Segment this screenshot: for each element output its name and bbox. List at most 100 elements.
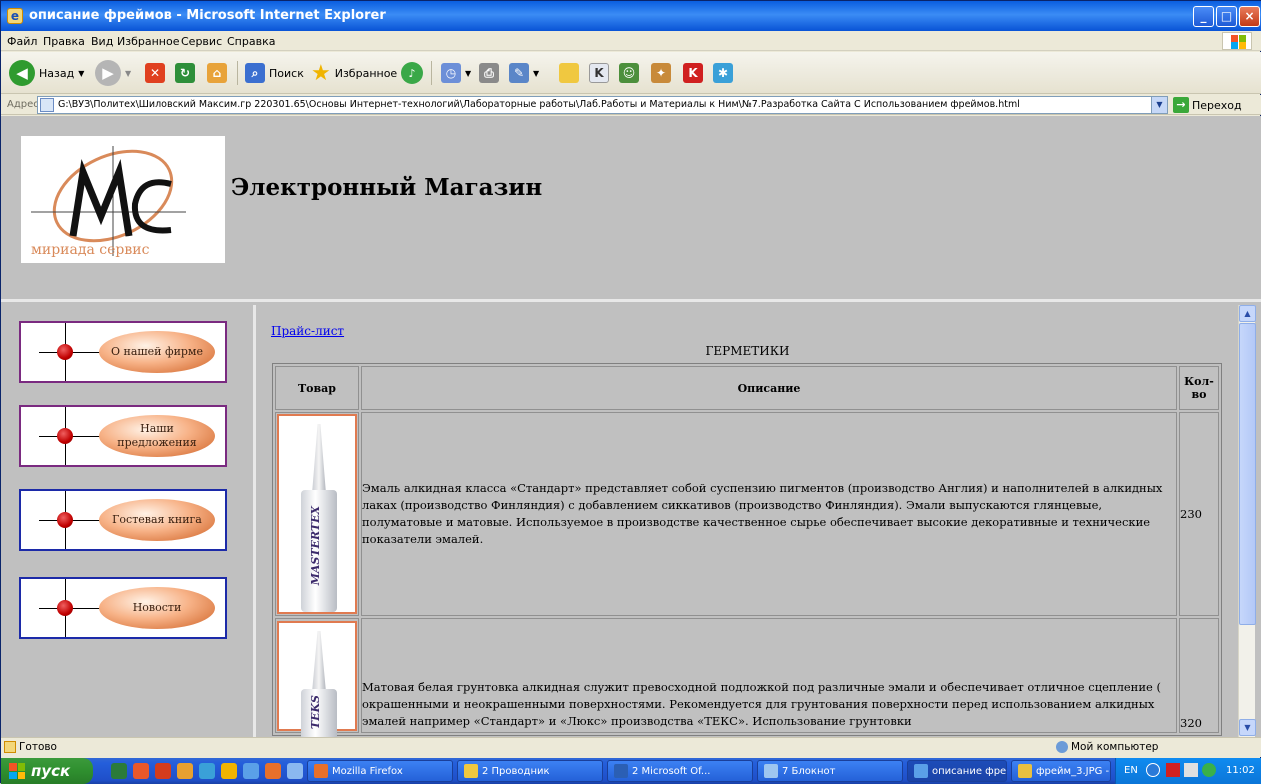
k-button[interactable]: K [589,59,609,87]
history-button[interactable]: ◷ ▼ [441,59,471,87]
quicklaunch-media-icon[interactable] [265,763,281,779]
forward-dropdown-icon[interactable]: ▼ [125,69,131,78]
search-button[interactable]: ⌕ Поиск [245,59,304,87]
task-image-viewer[interactable]: фрейм_3.JPG - ... [1011,760,1111,782]
nav-guestbook-label: Гостевая книга [99,499,215,541]
site-logo[interactable]: мириада сервис [21,136,225,263]
scroll-down-icon[interactable]: ▼ [1239,719,1256,736]
tool-button[interactable]: ✦ [651,59,671,87]
language-indicator[interactable]: EN [1124,765,1138,776]
quicklaunch-opera-icon[interactable] [133,763,149,779]
back-arrow-icon: ◀ [9,60,35,86]
go-arrow-icon: → [1173,97,1189,113]
task-ie-active[interactable]: описание фрей... [907,760,1007,782]
go-label: Переход [1192,98,1242,112]
quicklaunch-office-icon[interactable] [155,763,171,779]
antivirus-icon: K [683,63,703,83]
nav-guestbook-button[interactable]: Гостевая книга [19,489,227,551]
nav-dot-icon [57,428,73,444]
minimize-button[interactable]: _ [1193,6,1214,27]
taskbar: пуск Mozilla Firefox 2 Проводник 2 Micro… [1,758,1261,784]
star-icon: ★ [311,60,331,86]
table-row: TEKS Матовая белая грунтовка алкидная сл… [275,618,1219,737]
favorites-label: Избранное [334,66,398,80]
title-bar: e описание фреймов - Microsoft Internet … [1,1,1261,31]
windows-logo-icon [1222,32,1252,50]
folder-button[interactable] [559,59,579,87]
nav-about-button[interactable]: О нашей фирме [19,321,227,383]
quicklaunch-ie-icon[interactable] [243,763,259,779]
menu-bar: Файл Правка Вид Избранное Сервис Справка [1,31,1261,51]
site-title: Электронный Магазин [231,174,543,201]
product-image[interactable]: MASTERTEX [277,414,357,614]
edit-button[interactable]: ✎ ▼ [509,59,539,87]
image-viewer-icon [1018,764,1032,778]
stop-button[interactable]: ✕ [145,59,165,87]
history-dropdown-icon[interactable]: ▼ [465,69,471,78]
task-word[interactable]: 2 Microsoft Of... [607,760,753,782]
quicklaunch-folder-icon[interactable] [221,763,237,779]
task-explorer[interactable]: 2 Проводник [457,760,603,782]
home-icon: ⌂ [207,63,227,83]
price-list-link[interactable]: Прайс-лист [271,324,344,338]
back-dropdown-icon[interactable]: ▼ [78,69,84,78]
task-firefox[interactable]: Mozilla Firefox [307,760,453,782]
tool-icon: ✦ [651,63,671,83]
contacts-icon: ✱ [713,63,733,83]
menu-help[interactable]: Справка [227,35,275,48]
media-button[interactable]: ♪ [401,59,423,87]
product-image[interactable]: TEKS [277,620,357,737]
menu-tools[interactable]: Сервис [181,35,222,48]
folder-icon [559,63,579,83]
notepad-icon [764,764,778,778]
nav-news-button[interactable]: Новости [19,577,227,639]
nav-about-label: О нашей фирме [99,331,215,373]
vertical-scrollbar[interactable]: ▲ ▼ [1238,305,1256,737]
contacts-button[interactable]: ✱ [713,59,733,87]
close-button[interactable]: × [1239,6,1260,27]
scroll-thumb[interactable] [1239,323,1256,625]
edit-dropdown-icon[interactable]: ▼ [533,69,539,78]
task-label: Mozilla Firefox [332,765,403,777]
start-button[interactable]: пуск [1,758,93,784]
quicklaunch-desktop-icon[interactable] [287,763,303,779]
scroll-up-icon[interactable]: ▲ [1239,305,1256,322]
product-description: Эмаль алкидная класса «Стандарт» предста… [361,412,1177,616]
home-button[interactable]: ⌂ [207,59,227,87]
antivirus-button[interactable]: K [683,59,703,87]
windows-flag-icon [9,763,25,779]
quicklaunch-app-icon[interactable] [111,763,127,779]
menu-file[interactable]: Файл [7,35,37,48]
nav-dot-icon [57,600,73,616]
go-button[interactable]: → Переход [1173,97,1242,113]
address-dropdown-icon[interactable]: ▼ [1151,97,1167,113]
address-url: G:\ВУЗ\Политех\Шиловский Максим.гр 22030… [58,99,1020,110]
nav-dot-icon [57,344,73,360]
forward-button[interactable]: ▶ ▼ [95,59,131,87]
task-notepad[interactable]: 7 Блокнот [757,760,903,782]
menu-view[interactable]: Вид [91,35,113,48]
favorites-button[interactable]: ★ Избранное [311,59,397,87]
antivirus-tray-icon[interactable] [1166,763,1180,777]
menu-edit[interactable]: Правка [43,35,85,48]
print-button[interactable]: ⎙ [479,59,499,87]
refresh-button[interactable]: ↻ [175,59,195,87]
zone-text: Мой компьютер [1071,741,1159,753]
volume-icon[interactable] [1184,763,1198,777]
tray-arrow-icon[interactable] [1146,763,1160,777]
quicklaunch-firefox-icon[interactable] [177,763,193,779]
nav-frame: О нашей фирме Наши предложения Гостевая … [1,305,256,737]
system-tray: EN 11:02 [1115,758,1261,784]
back-button[interactable]: ◀ Назад ▼ [9,59,84,87]
nav-offers-button[interactable]: Наши предложения [19,405,227,467]
menu-favorites[interactable]: Избранное [117,35,179,48]
maximize-button[interactable]: □ [1216,6,1237,27]
folder-icon [464,764,478,778]
ie-icon [914,764,928,778]
address-input[interactable]: G:\ВУЗ\Политех\Шиловский Максим.гр 22030… [37,96,1168,114]
search-label: Поиск [269,66,304,80]
main-frame: Прайс-лист ГЕРМЕТИКИ Товар Описание Кол-… [259,305,1236,737]
network-icon[interactable] [1202,763,1216,777]
messenger-button[interactable]: ☺ [619,59,639,87]
quicklaunch-tool-icon[interactable] [199,763,215,779]
